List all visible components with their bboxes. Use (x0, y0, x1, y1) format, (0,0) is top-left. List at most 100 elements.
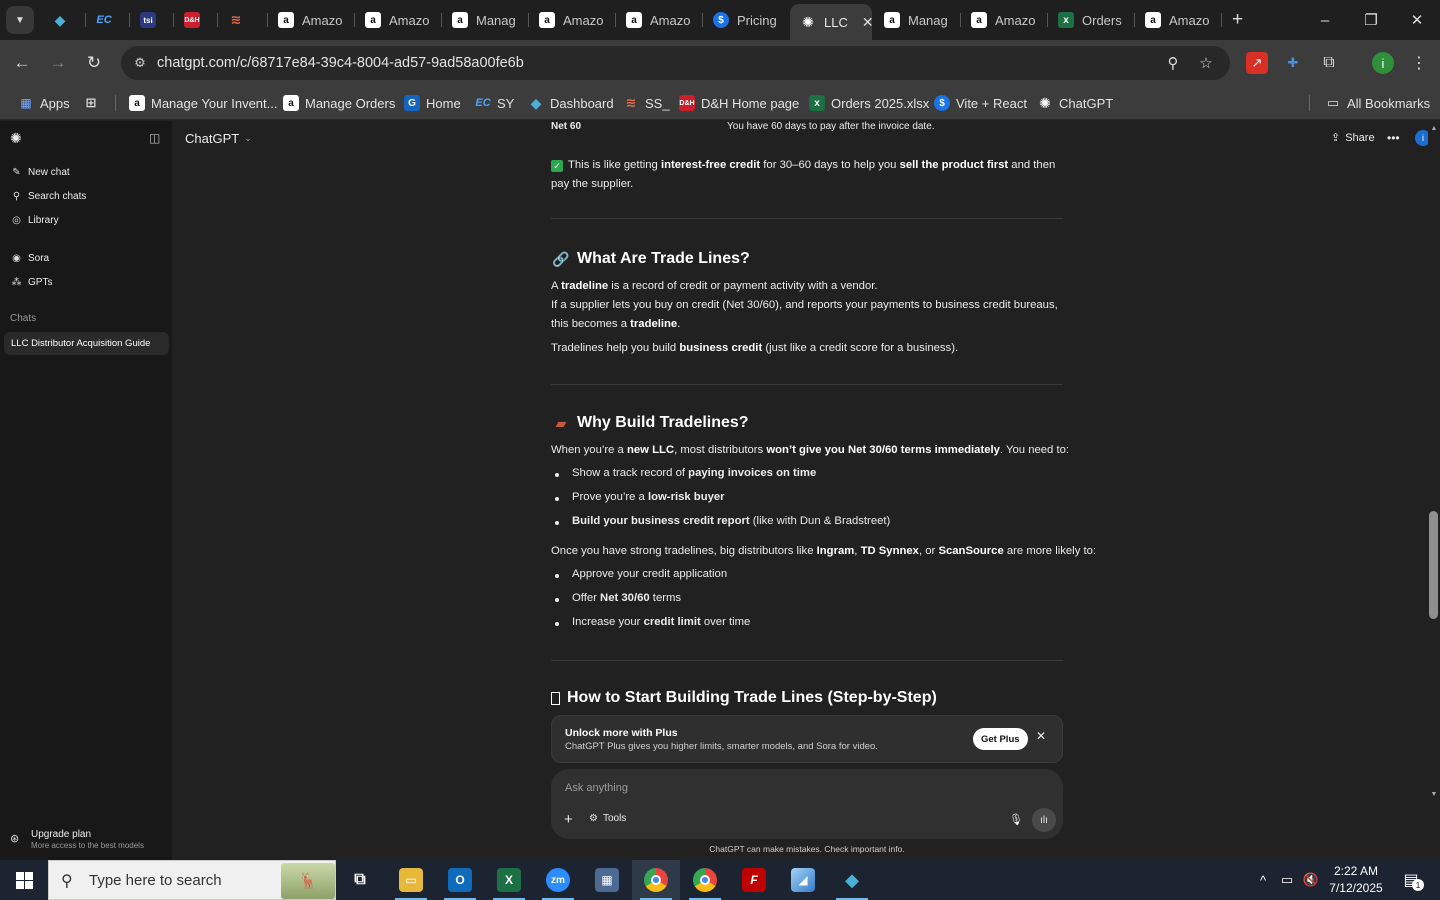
taskbar-search[interactable]: ⚲ Type here to search 🦌 (48, 860, 336, 900)
sora-button[interactable]: ◉ Sora (10, 248, 49, 268)
gpts-label: GPTs (28, 276, 53, 288)
tab-amazon-4[interactable]: a Amazo (616, 5, 703, 35)
close-sidebar-icon[interactable]: ◫ (149, 131, 160, 145)
all-bookmarks[interactable]: ▭ All Bookmarks (1325, 92, 1430, 114)
outlook-icon[interactable]: O (436, 860, 484, 900)
scrollbar-thumb[interactable] (1429, 511, 1438, 619)
dollar-icon: $ (713, 12, 729, 28)
share-button[interactable]: ⇪ Share (1331, 131, 1375, 145)
url-text[interactable]: chatgpt.com/c/68717e84-39c4-8004-ad57-9a… (157, 55, 524, 71)
tab-amazon-3[interactable]: a Amazo (529, 5, 616, 35)
get-plus-button[interactable]: Get Plus (973, 728, 1028, 750)
maximize-button[interactable]: ❐ (1348, 0, 1394, 40)
bookmark-label: Vite + React (956, 95, 1027, 111)
bookmark-label: SY (497, 95, 515, 111)
diamond-app-icon[interactable]: ◆ (828, 860, 876, 900)
chevron-down-icon[interactable]: ▼ (6, 6, 34, 34)
back-button[interactable]: ← (8, 49, 36, 77)
microphone-icon[interactable]: 🎙 (1009, 813, 1023, 826)
bookmark-tab-groups[interactable]: ⊞ (83, 92, 105, 114)
bookmark-separator (1309, 95, 1310, 111)
tab-1[interactable]: ◆ (42, 5, 86, 35)
calculator-icon[interactable]: ▦ (583, 860, 631, 900)
tab-manage-1[interactable]: a Manag (442, 5, 529, 35)
new-tab-button[interactable]: + (1222, 5, 1252, 35)
scroll-up-icon[interactable]: ▲ (1428, 125, 1440, 132)
tab-amazon-1[interactable]: a Amazo (268, 5, 355, 35)
forward-button[interactable]: → (44, 49, 72, 77)
more-options-icon[interactable]: ••• (1387, 131, 1400, 145)
site-settings-icon[interactable]: ⚙ (131, 54, 149, 72)
search-chats-button[interactable]: ⚲ Search chats (10, 186, 87, 206)
tab-orders[interactable]: x Orders (1048, 5, 1135, 35)
filezilla-icon[interactable]: F (730, 860, 778, 900)
bookmark-star-icon[interactable]: ☆ (1195, 53, 1217, 73)
tools-button[interactable]: ⚙ Tools (589, 813, 626, 824)
tab-amazon-2[interactable]: a Amazo (355, 5, 442, 35)
close-icon[interactable]: ✕ (1036, 729, 1046, 743)
scrollbar[interactable] (1428, 121, 1440, 860)
start-button[interactable] (0, 860, 48, 900)
tab-label: Amazo (995, 12, 1036, 28)
show-hidden-icons-icon[interactable]: ^ (1252, 860, 1274, 900)
tab-llc[interactable]: ✺ LLC ✕ (790, 4, 872, 40)
voice-mode-icon[interactable]: ılı (1032, 808, 1056, 832)
bookmark-manage-inventory[interactable]: a Manage Your Invent... (129, 92, 277, 114)
extension-puzzle-blue-icon[interactable]: ✚ (1282, 52, 1304, 74)
excel-icon: x (1058, 12, 1074, 28)
tab-manage-2[interactable]: a Manag (874, 5, 961, 35)
chrome-icon[interactable] (681, 860, 729, 900)
tools-label: Tools (602, 813, 627, 824)
notification-center-icon[interactable]: ▤ 1 (1396, 860, 1426, 900)
model-picker[interactable]: ChatGPT ⌄ (185, 131, 252, 146)
gpts-button[interactable]: ⁂ GPTs (10, 272, 53, 292)
bookmark-manage-orders[interactable]: a Manage Orders (283, 92, 395, 114)
message-input[interactable]: Ask anything (565, 782, 628, 794)
folder-icon: ▭ (1326, 95, 1340, 110)
bookmark-apps[interactable]: ▦ Apps (18, 92, 69, 114)
tab-pricing[interactable]: $ Pricing (703, 5, 790, 35)
extensions-icon[interactable]: ⧉ (1318, 52, 1340, 74)
bookmark-ss[interactable]: ≋ SS_ (623, 92, 670, 114)
tab-amazon-5[interactable]: a Amazo (961, 5, 1048, 35)
system-clock[interactable]: 2:22 AM 7/12/2025 (1318, 863, 1394, 897)
chrome-icon[interactable] (632, 860, 680, 900)
app-icon[interactable]: ◢ (779, 860, 827, 900)
tab-3[interactable]: tsi (130, 5, 174, 35)
library-button[interactable]: ◎ Library (10, 210, 58, 230)
message-composer: Ask anything + ⚙ Tools 🎙 ılı (551, 769, 1063, 839)
amazon-icon: a (539, 12, 555, 28)
zoom-icon[interactable]: ⚲ (1162, 53, 1184, 73)
bookmark-sy[interactable]: EC SY (475, 92, 514, 114)
minimize-button[interactable]: – (1302, 0, 1348, 40)
close-icon[interactable]: ✕ (862, 14, 872, 31)
window-close-button[interactable]: ✕ (1394, 0, 1440, 40)
add-attachment-icon[interactable]: + (564, 811, 573, 828)
file-explorer-icon[interactable]: ▭ (387, 860, 435, 900)
chat-item-llc-distributor[interactable]: LLC Distributor Acquisition Guide (4, 332, 169, 355)
bookmark-home[interactable]: G Home (404, 92, 461, 114)
excel-icon[interactable]: X (485, 860, 533, 900)
tab-2[interactable]: EC (86, 5, 130, 35)
extension-arrow-icon[interactable]: ↗ (1246, 52, 1268, 74)
heading-text: Why Build Tradelines? (577, 414, 749, 431)
bookmark-vite-react[interactable]: $ Vite + React (934, 92, 1027, 114)
bookmark-orders-2025[interactable]: x Orders 2025.xlsx (809, 92, 929, 114)
scroll-down-icon[interactable]: ▼ (1428, 791, 1440, 798)
address-bar[interactable]: ⚙ chatgpt.com/c/68717e84-39c4-8004-ad57-… (121, 46, 1230, 80)
network-icon[interactable]: ▭ (1276, 860, 1298, 900)
new-chat-button[interactable]: ✎ New chat (10, 162, 69, 182)
zoom-icon[interactable]: zm (534, 860, 582, 900)
bookmark-dashboard[interactable]: ◆ Dashboard (528, 92, 614, 114)
bookmark-chatgpt[interactable]: ✺ ChatGPT (1037, 92, 1113, 114)
tsi-logo-icon: tsi (140, 12, 156, 28)
tab-5[interactable]: ≋ (218, 5, 268, 35)
openai-logo-icon[interactable]: ✺ (10, 130, 22, 147)
browser-menu-icon[interactable]: ⋮ (1408, 52, 1430, 74)
profile-avatar[interactable]: i (1372, 52, 1394, 74)
reload-button[interactable]: ↻ (80, 49, 108, 77)
task-view-icon[interactable]: ⧉ (336, 860, 384, 900)
tab-amazon-6[interactable]: a Amazo (1135, 5, 1222, 35)
bookmark-dh-home[interactable]: D&H D&H Home page (679, 92, 799, 114)
tab-4[interactable]: D&H (174, 5, 218, 35)
